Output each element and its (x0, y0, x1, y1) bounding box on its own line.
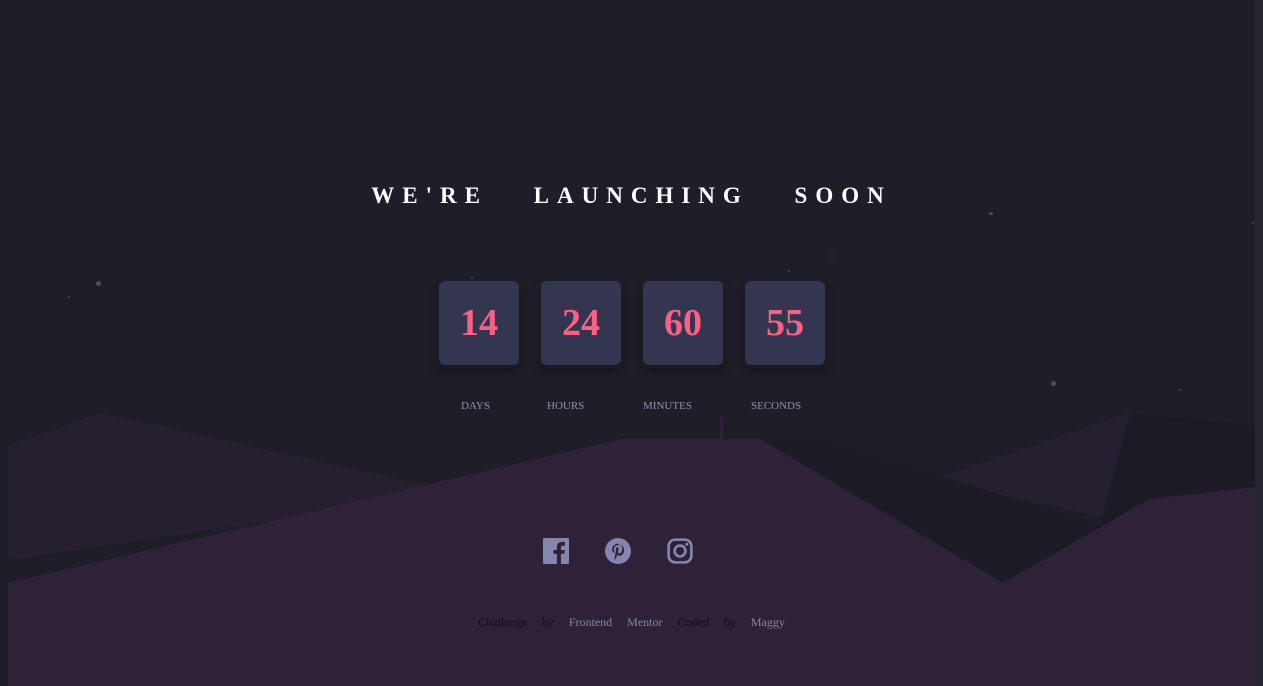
page: WE'RE LAUNCHING SOON 14 24 60 55 DAYS HO… (0, 0, 1263, 686)
minutes-label: MINUTES (643, 400, 692, 412)
instagram-link[interactable] (667, 538, 693, 564)
seconds-label: SECONDS (751, 400, 802, 412)
page-title: WE'RE LAUNCHING SOON (371, 183, 892, 208)
right-edge (1255, 0, 1263, 686)
frontend-mentor-link[interactable]: Frontend Mentor (569, 615, 663, 629)
facebook-icon (543, 538, 569, 564)
author-link[interactable]: Maggy (751, 615, 785, 629)
pinterest-icon (605, 538, 631, 564)
days-card: 14 (439, 281, 519, 365)
left-edge (0, 440, 8, 686)
days-label: DAYS (461, 400, 490, 412)
minutes-card: 60 (643, 281, 723, 365)
credits-middle: Coded by (677, 615, 736, 629)
social-links (543, 538, 693, 564)
credits-prefix: Challenge by (478, 615, 554, 629)
pinterest-link[interactable] (605, 538, 631, 564)
facebook-link[interactable] (543, 538, 569, 564)
attribution: Challenge by Frontend Mentor Coded by Ma… (0, 615, 1263, 630)
seconds-card: 55 (745, 281, 825, 365)
countdown-timer: 14 24 60 55 (439, 281, 825, 365)
hours-card: 24 (541, 281, 621, 365)
instagram-icon (667, 538, 693, 564)
hours-label: HOURS (547, 400, 585, 412)
